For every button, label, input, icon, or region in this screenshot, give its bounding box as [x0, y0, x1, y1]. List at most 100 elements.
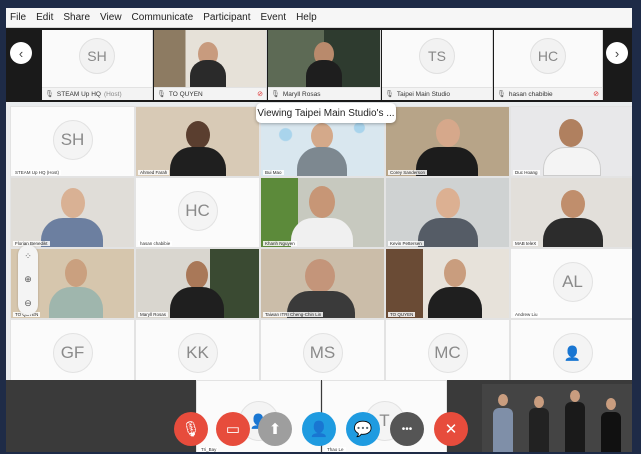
chat-icon: 💬: [353, 421, 373, 438]
zoom-in-icon[interactable]: ⊕: [24, 274, 32, 285]
meeting-window: File Edit Share View Communicate Partici…: [6, 8, 632, 452]
avatar: KK: [177, 333, 218, 373]
person-body: [41, 218, 103, 247]
avatar: MC: [427, 333, 468, 373]
participant-role: (Host): [103, 90, 122, 98]
participant-tile[interactable]: Duc Hoang: [510, 106, 632, 177]
participant-name: MAB teleX: [513, 241, 539, 246]
person-body: [190, 60, 226, 88]
grid-tools: ⁘ ⊕ ⊖: [18, 245, 38, 315]
filmstrip: ‹ SH 🎙 STEAM Up HQ (Host) 🎙 TO QUYEN ⊘ 🎙 …: [6, 28, 632, 102]
menu-view[interactable]: View: [100, 12, 122, 23]
participant-tile[interactable]: T Thao Le: [322, 380, 447, 452]
presenter: [594, 384, 628, 452]
filmstrip-tile[interactable]: HC 🎙 hasan chabibie ⊘: [494, 30, 603, 100]
menu-edit[interactable]: Edit: [36, 12, 53, 23]
person-head: [436, 188, 460, 218]
layout-icon[interactable]: ⁘: [24, 251, 32, 262]
participants-icon: 👤: [309, 421, 329, 438]
person-body: [306, 60, 342, 88]
menu-share[interactable]: Share: [63, 12, 90, 23]
person-head: [61, 188, 85, 218]
mic-icon: 🎙: [45, 91, 54, 98]
participant-name: Kevin Pettersen: [388, 241, 424, 246]
participant-name: Taipei Main Studio: [396, 90, 451, 98]
menu-file[interactable]: File: [10, 12, 26, 23]
participant-tile[interactable]: MAB teleX: [510, 177, 632, 248]
presenter: [486, 384, 520, 452]
mic-icon: 🎙: [385, 91, 394, 98]
close-icon: ✕: [444, 421, 458, 438]
person-head: [305, 259, 335, 293]
participant-tile[interactable]: SH STEAM Up HQ (Host): [10, 106, 135, 177]
mic-muted-icon: ⊘: [257, 91, 263, 98]
participant-tile[interactable]: Maryll Rosas: [135, 248, 260, 319]
menu-help[interactable]: Help: [296, 12, 317, 23]
person-body: [543, 218, 603, 247]
mic-off-icon: 🎙: [181, 421, 201, 438]
filmstrip-next-button[interactable]: ›: [606, 42, 628, 64]
menu-communicate[interactable]: Communicate: [132, 12, 194, 23]
filmstrip-tile[interactable]: 🎙 TO QUYEN ⊘: [154, 30, 267, 100]
filmstrip-tile[interactable]: TS 🎙 Taipei Main Studio: [382, 30, 493, 100]
participant-tile[interactable]: Khanh Nguyen: [260, 177, 385, 248]
viewing-banner: Viewing Taipei Main Studio's ...: [256, 103, 396, 123]
filmstrip-prev-button[interactable]: ‹: [10, 42, 32, 64]
mute-button[interactable]: 🎙: [174, 412, 208, 446]
participant-tile[interactable]: HC hasan chabibie: [135, 177, 260, 248]
presenter: [522, 384, 556, 452]
person-head: [444, 259, 466, 287]
chat-button[interactable]: 💬: [346, 412, 380, 446]
person-body: [170, 287, 224, 318]
person-head: [186, 121, 210, 149]
leave-button[interactable]: ✕: [434, 412, 468, 446]
video-off-icon: ▭: [225, 421, 241, 438]
menu-participant[interactable]: Participant: [203, 12, 250, 23]
filmstrip-tile[interactable]: SH 🎙 STEAM Up HQ (Host): [42, 30, 153, 100]
participant-name: Andrew Liu: [513, 312, 540, 317]
person-body: [291, 218, 353, 247]
participant-name: TO QUYEN: [388, 312, 416, 317]
menu-event[interactable]: Event: [261, 12, 287, 23]
presenter: [558, 384, 592, 452]
participant-name: Khanh Nguyen: [263, 241, 297, 246]
presenters-video: [482, 384, 632, 452]
mic-icon: 🎙: [271, 91, 280, 98]
filmstrip-tile[interactable]: 🎙 Maryll Rosas: [268, 30, 381, 100]
participant-name: Duc Hoang: [513, 170, 540, 175]
participant-tile[interactable]: Kevin Pettersen: [385, 177, 510, 248]
avatar: HC: [530, 38, 566, 74]
participant-tile[interactable]: Ahmed Farah: [135, 106, 260, 177]
participants-button[interactable]: 👤: [302, 412, 336, 446]
participant-tile[interactable]: Florian Benedikt: [10, 177, 135, 248]
person-head: [436, 119, 460, 147]
share-button[interactable]: ⬆: [258, 412, 292, 446]
participant-name: Maryll Rosas: [282, 90, 321, 98]
person-body: [543, 147, 601, 176]
person-head: [311, 123, 333, 149]
participant-tile[interactable]: TO QUYEN: [385, 248, 510, 319]
avatar: SH: [79, 38, 115, 74]
participant-tile[interactable]: 👤 Tri_Bay: [196, 380, 321, 452]
mic-muted-icon: ⊘: [593, 91, 599, 98]
avatar: HC: [177, 191, 218, 231]
menu-bar: File Edit Share View Communicate Partici…: [6, 8, 632, 28]
participant-name: hasan chabibie: [508, 90, 553, 98]
person-placeholder-icon: 👤: [552, 333, 593, 373]
participant-tile[interactable]: Corey Sanderson: [385, 106, 510, 177]
zoom-out-icon[interactable]: ⊖: [24, 298, 32, 309]
more-icon: •••: [401, 423, 413, 435]
person-head: [561, 190, 585, 218]
mic-icon: 🎙: [497, 91, 506, 98]
participant-tile[interactable]: Taiwan ITRI Cheng-Chin Lin: [260, 248, 385, 319]
participant-tile[interactable]: AL Andrew Liu: [510, 248, 632, 319]
avatar: AL: [552, 262, 593, 302]
participant-name: Tri_Bay: [199, 447, 219, 452]
more-button[interactable]: •••: [390, 412, 424, 446]
person-head: [559, 119, 583, 147]
mic-icon: 🎙: [157, 91, 166, 98]
person-head: [65, 259, 87, 287]
stop-video-button[interactable]: ▭: [216, 412, 250, 446]
chevron-left-icon: ‹: [18, 45, 24, 61]
participant-name: Taiwan ITRI Cheng-Chin Lin: [263, 312, 324, 317]
